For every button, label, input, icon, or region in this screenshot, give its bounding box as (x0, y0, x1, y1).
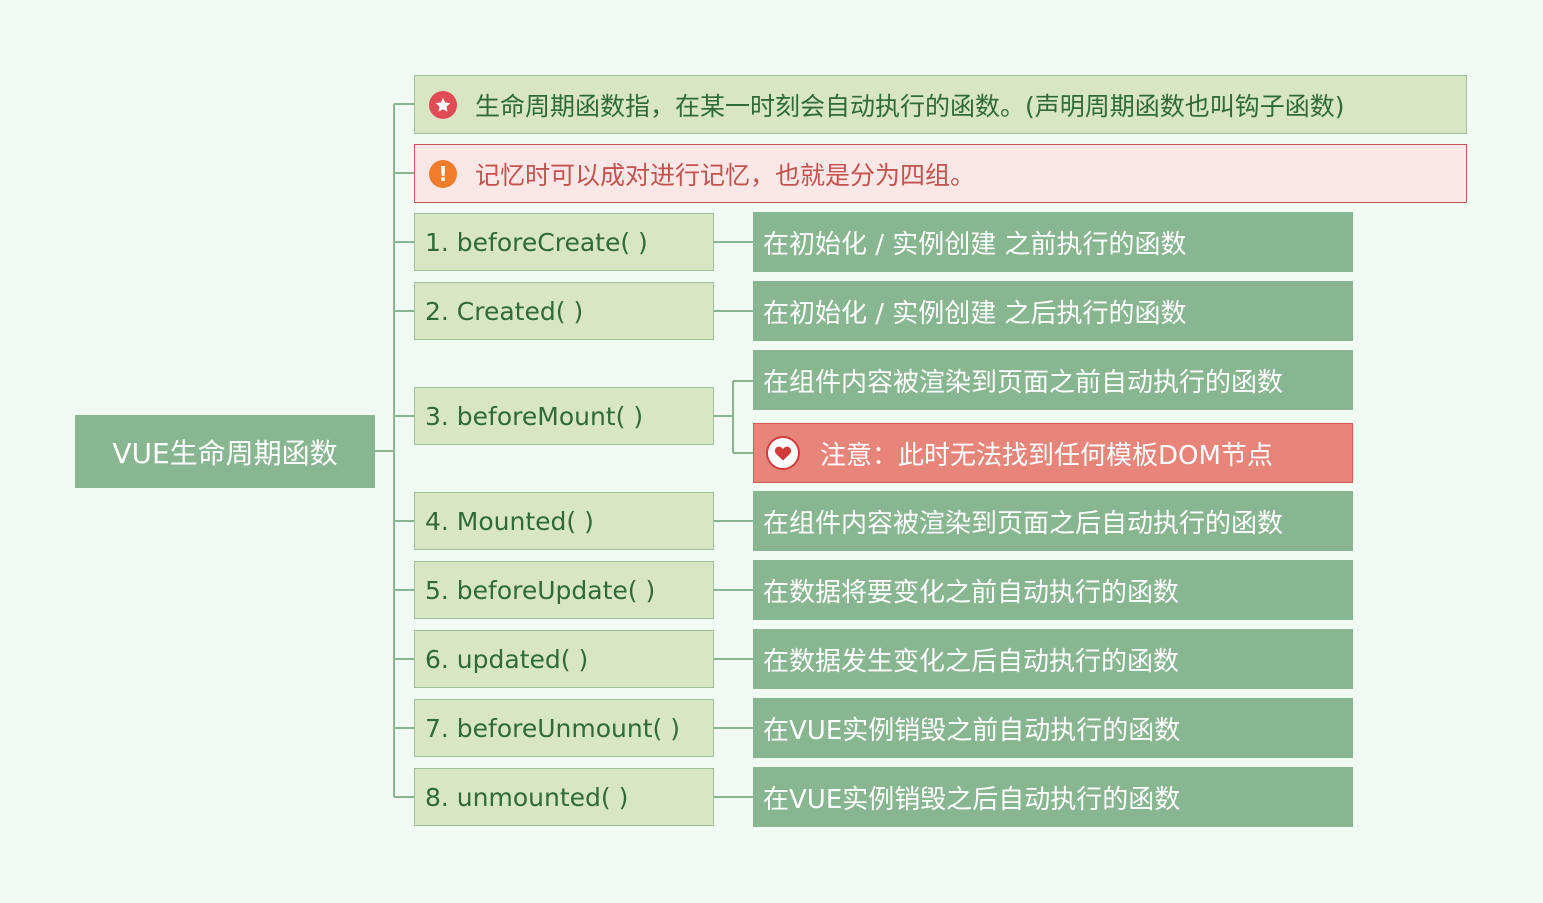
description-text: 在初始化 / 实例创建 之后执行的函数 (763, 298, 1187, 329)
hook-node-created[interactable]: 2. Created( ) (414, 282, 714, 340)
hook-label: 1. beforeCreate( ) (425, 227, 648, 257)
description-node-mounted[interactable]: 在组件内容被渲染到页面之后自动执行的函数 (753, 491, 1353, 551)
definition-note-text: 生命周期函数指，在某一时刻会自动执行的函数。(声明周期函数也叫钩子函数) (475, 91, 1345, 121)
hook-label: 5. beforeUpdate( ) (425, 575, 656, 605)
connector-desc-3-branch (714, 380, 753, 454)
description-text: 在组件内容被渲染到页面之前自动执行的函数 (763, 367, 1284, 398)
hook-node-before-unmount[interactable]: 7. beforeUnmount( ) (414, 699, 714, 757)
description-text: 在VUE实例销毁之后自动执行的函数 (763, 784, 1181, 815)
root-node[interactable]: VUE生命周期函数 (75, 415, 375, 488)
hook-node-updated[interactable]: 6. updated( ) (414, 630, 714, 688)
hook-node-unmounted[interactable]: 8. unmounted( ) (414, 768, 714, 826)
description-node-updated[interactable]: 在数据发生变化之后自动执行的函数 (753, 629, 1353, 689)
description-text: 在数据发生变化之后自动执行的函数 (763, 646, 1180, 677)
description-text: 在VUE实例销毁之前自动执行的函数 (763, 715, 1181, 746)
hook-node-before-create[interactable]: 1. beforeCreate( ) (414, 213, 714, 271)
description-text: 在数据将要变化之前自动执行的函数 (763, 577, 1180, 608)
description-node-unmounted[interactable]: 在VUE实例销毁之后自动执行的函数 (753, 767, 1353, 827)
heart-icon (766, 436, 800, 470)
hook-node-before-mount[interactable]: 3. beforeMount( ) (414, 387, 714, 445)
hook-label: 3. beforeMount( ) (425, 401, 644, 431)
warning-text: 注意：此时无法找到任何模板DOM节点 (820, 440, 1273, 471)
hook-label: 4. Mounted( ) (425, 506, 594, 536)
hook-label: 2. Created( ) (425, 296, 584, 326)
description-node-before-update[interactable]: 在数据将要变化之前自动执行的函数 (753, 560, 1353, 620)
description-text: 在初始化 / 实例创建 之前执行的函数 (763, 229, 1187, 260)
hook-node-before-update[interactable]: 5. beforeUpdate( ) (414, 561, 714, 619)
hook-label: 7. beforeUnmount( ) (425, 713, 680, 743)
description-node-before-mount[interactable]: 在组件内容被渲染到页面之前自动执行的函数 (753, 350, 1353, 410)
description-text: 在组件内容被渲染到页面之后自动执行的函数 (763, 508, 1284, 539)
tip-note-text: 记忆时可以成对进行记忆，也就是分为四组。 (475, 160, 976, 190)
hook-node-mounted[interactable]: 4. Mounted( ) (414, 492, 714, 550)
description-node-before-unmount[interactable]: 在VUE实例销毁之前自动执行的函数 (753, 698, 1353, 758)
description-node-created[interactable]: 在初始化 / 实例创建 之后执行的函数 (753, 281, 1353, 341)
description-node-before-create[interactable]: 在初始化 / 实例创建 之前执行的函数 (753, 212, 1353, 272)
root-label: VUE生命周期函数 (112, 436, 338, 470)
tip-note[interactable]: ! 记忆时可以成对进行记忆，也就是分为四组。 (414, 144, 1467, 203)
hook-label: 6. updated( ) (425, 644, 589, 674)
warning-node-before-mount[interactable]: 注意：此时无法找到任何模板DOM节点 (753, 423, 1353, 483)
mind-map-canvas: { "root": { "label": "VUE生命周期函数" }, "not… (0, 0, 1543, 903)
definition-note[interactable]: 生命周期函数指，在某一时刻会自动执行的函数。(声明周期函数也叫钩子函数) (414, 75, 1467, 134)
alert-icon: ! (429, 159, 457, 188)
star-icon (429, 90, 457, 119)
hook-label: 8. unmounted( ) (425, 782, 629, 812)
